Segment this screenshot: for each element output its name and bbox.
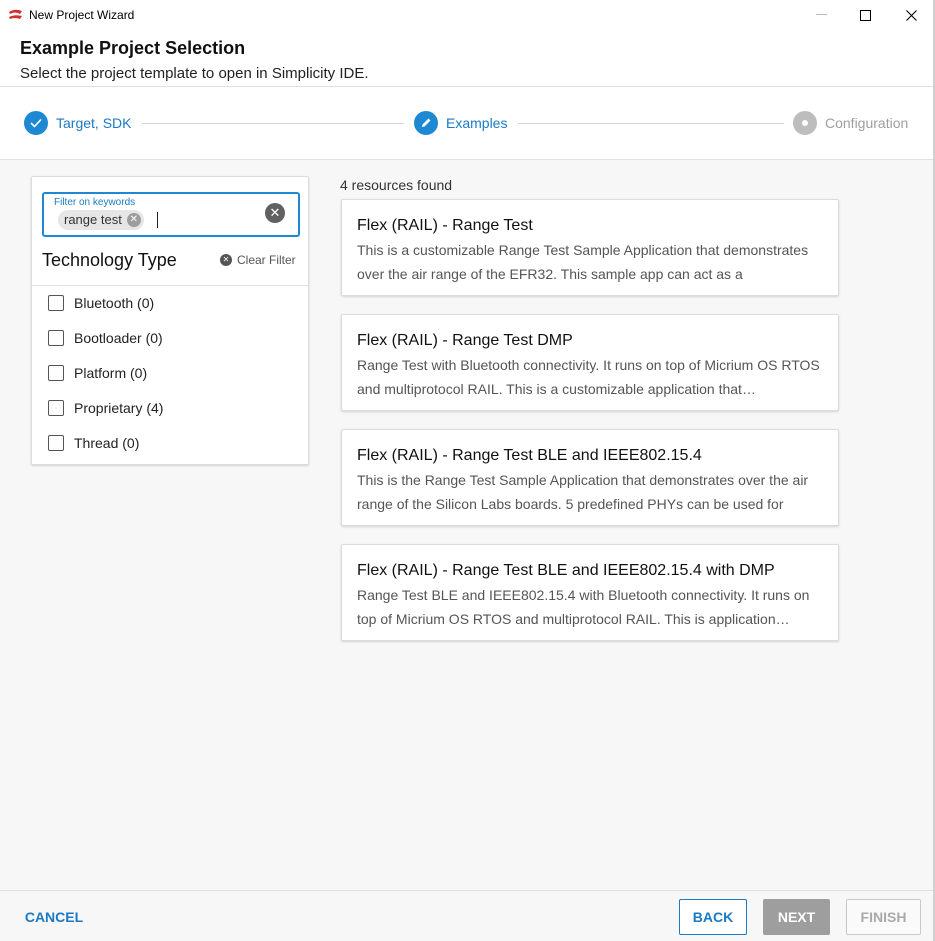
step-target-sdk[interactable] xyxy=(24,111,48,135)
close-icon xyxy=(905,9,917,21)
result-title[interactable]: Flex (RAIL) - Range Test xyxy=(357,217,533,235)
checkbox[interactable] xyxy=(48,295,64,311)
remove-chip-icon[interactable]: ✕ xyxy=(126,213,141,227)
text-cursor xyxy=(157,212,158,228)
result-title[interactable]: Flex (RAIL) - Range Test BLE and IEEE802… xyxy=(357,562,775,580)
maximize-icon xyxy=(859,9,871,21)
checkbox[interactable] xyxy=(48,365,64,381)
finish-button[interactable]: FINISH xyxy=(846,899,921,935)
checkbox-bluetooth[interactable]: Bluetooth (0) xyxy=(48,293,154,313)
title-bar: New Project Wizard xyxy=(0,0,935,30)
result-card[interactable]: Flex (RAIL) - Range Test DMP Range Test … xyxy=(341,314,839,411)
result-description: Range Test with Bluetooth connectivity. … xyxy=(357,357,820,397)
checkbox[interactable] xyxy=(48,435,64,451)
checkbox-label: Thread (0) xyxy=(74,435,140,451)
checkbox[interactable] xyxy=(48,400,64,416)
checkbox-label: Bluetooth (0) xyxy=(74,295,155,311)
check-icon xyxy=(30,118,42,128)
keyword-chip-label: range test xyxy=(64,212,122,227)
result-description: Range Test BLE and IEEE802.15.4 with Blu… xyxy=(357,587,810,627)
close-button[interactable] xyxy=(888,0,934,30)
checkbox-label: Proprietary (4) xyxy=(74,400,164,416)
step-connector xyxy=(142,123,404,124)
page-title: Example Project Selection xyxy=(20,38,246,58)
minimize-button[interactable] xyxy=(798,0,844,30)
result-card[interactable]: Flex (RAIL) - Range Test This is a custo… xyxy=(341,199,839,296)
back-button[interactable]: BACK xyxy=(679,899,747,935)
checkbox-label: Bootloader (0) xyxy=(74,330,163,346)
wizard-stepper: Target, SDK Examples Configuration xyxy=(0,87,933,160)
step-configuration xyxy=(793,111,817,135)
step-label-target-sdk[interactable]: Target, SDK xyxy=(56,115,131,131)
result-title[interactable]: Flex (RAIL) - Range Test DMP xyxy=(357,332,573,350)
pencil-icon xyxy=(422,118,431,127)
step-connector xyxy=(518,123,784,124)
wizard-footer: CANCEL BACK NEXT FINISH xyxy=(0,890,935,941)
step-label-examples[interactable]: Examples xyxy=(446,115,507,131)
checkbox-thread[interactable]: Thread (0) xyxy=(48,433,139,453)
result-description: This is a customizable Range Test Sample… xyxy=(357,242,809,282)
page-subtitle: Select the project template to open in S… xyxy=(20,65,369,82)
checkbox-platform[interactable]: Platform (0) xyxy=(48,363,147,383)
technology-type-heading: Technology Type xyxy=(42,250,177,270)
divider xyxy=(32,285,308,286)
result-description: This is the Range Test Sample Applicatio… xyxy=(357,472,809,512)
dot-icon xyxy=(802,120,808,126)
checkbox[interactable] xyxy=(48,330,64,346)
wizard-header: Example Project Selection Select the pro… xyxy=(0,30,933,87)
close-circle-icon: ✕ xyxy=(220,254,232,266)
maximize-button[interactable] xyxy=(842,0,888,30)
results-count: 4 resources found xyxy=(340,177,453,193)
filter-input-label: Filter on keywords xyxy=(54,197,136,208)
next-button[interactable]: NEXT xyxy=(763,899,830,935)
window-title: New Project Wizard xyxy=(29,8,135,22)
checkbox-bootloader[interactable]: Bootloader (0) xyxy=(48,328,163,348)
step-examples[interactable] xyxy=(414,111,438,135)
clear-filter-button[interactable]: ✕ Clear Filter xyxy=(220,253,296,267)
checkbox-label: Platform (0) xyxy=(74,365,148,381)
silicon-labs-logo-icon xyxy=(9,9,22,19)
keyword-chip[interactable]: range test ✕ xyxy=(58,210,144,230)
clear-filter-label: Clear Filter xyxy=(237,253,296,267)
step-label-configuration: Configuration xyxy=(825,115,909,131)
cancel-button[interactable]: CANCEL xyxy=(20,899,88,935)
keyword-filter-input[interactable]: Filter on keywords range test ✕ ✕ xyxy=(42,192,300,237)
filter-panel: Filter on keywords range test ✕ ✕ Techno… xyxy=(31,176,309,465)
minimize-icon xyxy=(815,14,827,15)
result-title[interactable]: Flex (RAIL) - Range Test BLE and IEEE802… xyxy=(357,447,702,465)
clear-input-icon[interactable]: ✕ xyxy=(265,203,285,223)
checkbox-proprietary[interactable]: Proprietary (4) xyxy=(48,398,163,418)
result-card[interactable]: Flex (RAIL) - Range Test BLE and IEEE802… xyxy=(341,544,839,641)
result-card[interactable]: Flex (RAIL) - Range Test BLE and IEEE802… xyxy=(341,429,839,526)
